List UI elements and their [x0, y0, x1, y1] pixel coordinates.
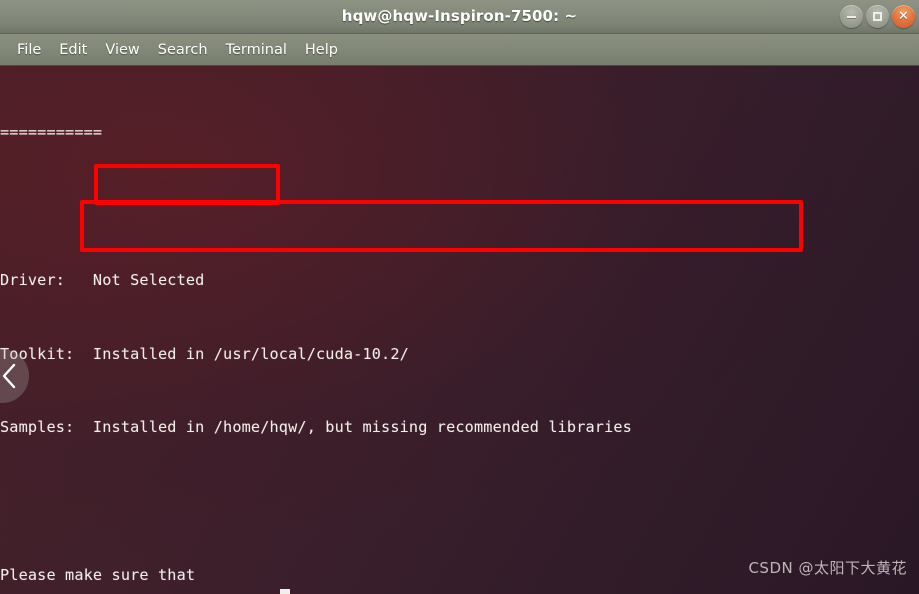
close-icon: ✕: [898, 9, 909, 24]
menu-item-terminal[interactable]: Terminal: [217, 39, 296, 61]
menu-item-view[interactable]: View: [96, 39, 148, 61]
close-button[interactable]: ✕: [892, 5, 915, 28]
minimize-icon: [847, 15, 856, 18]
menu-item-edit[interactable]: Edit: [50, 39, 96, 61]
maximize-button[interactable]: [866, 5, 889, 28]
terminal-output-area[interactable]: =========== Driver: Not Selected Toolkit…: [0, 66, 919, 594]
menu-item-search[interactable]: Search: [149, 39, 217, 61]
terminal-line: Toolkit: Installed in /usr/local/cuda-10…: [0, 344, 409, 363]
menu-bar: File Edit View Search Terminal Help: [0, 34, 919, 66]
terminal-window: hqw@hqw-Inspiron-7500: ~ ✕ File Edit Vie…: [0, 0, 919, 594]
terminal-line: ===========: [0, 123, 103, 142]
maximize-icon: [873, 12, 882, 21]
terminal-text: =========== Driver: Not Selected Toolkit…: [0, 66, 919, 594]
menu-item-file[interactable]: File: [8, 39, 50, 61]
terminal-cursor: [280, 589, 290, 594]
csdn-watermark: CSDN @太阳下大黄花: [748, 559, 907, 577]
terminal-line: Driver: Not Selected: [0, 270, 205, 289]
terminal-line: Samples: Installed in /home/hqw/, but mi…: [0, 418, 632, 437]
minimize-button[interactable]: [840, 5, 863, 28]
window-controls: ✕: [840, 5, 915, 28]
window-titlebar[interactable]: hqw@hqw-Inspiron-7500: ~ ✕: [0, 0, 919, 34]
window-title: hqw@hqw-Inspiron-7500: ~: [341, 7, 578, 25]
menu-item-help[interactable]: Help: [296, 39, 347, 61]
